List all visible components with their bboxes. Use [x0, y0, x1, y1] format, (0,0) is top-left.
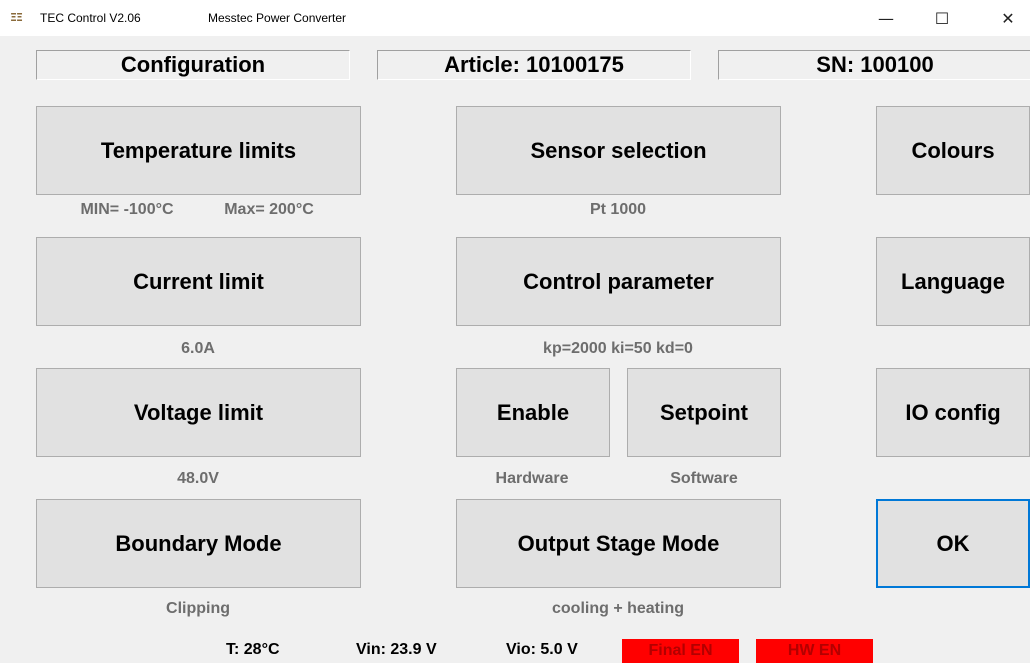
current-limit-value: 6.0A — [181, 340, 215, 357]
output-stage-mode-button[interactable]: Output Stage Mode — [456, 499, 781, 588]
setpoint-button[interactable]: Setpoint — [627, 368, 781, 457]
final-en-indicator: Final EN — [622, 639, 739, 663]
serial-number: SN: 100100 — [718, 50, 1030, 80]
setpoint-source-value: Software — [670, 470, 738, 487]
colours-button[interactable]: Colours — [876, 106, 1030, 195]
minimize-icon: — — [878, 8, 894, 28]
output-stage-mode-value: cooling + heating — [551, 600, 685, 617]
voltage-limit-button[interactable]: Voltage limit — [36, 368, 361, 457]
title-bar: ΞΞ TEC Control V2.06 Messtec Power Conve… — [0, 0, 1030, 36]
current-limit-button[interactable]: Current limit — [36, 237, 361, 326]
vin-status: Vin: 23.9 V — [356, 641, 437, 658]
window-title: TEC Control V2.06 — [40, 11, 141, 25]
ok-button[interactable]: OK — [876, 499, 1030, 588]
boundary-mode-button[interactable]: Boundary Mode — [36, 499, 361, 588]
article-number: Article: 10100175 — [377, 50, 691, 80]
close-button[interactable]: ✕ — [988, 2, 1028, 34]
vio-status: Vio: 5.0 V — [506, 641, 578, 658]
configuration-header: Configuration — [36, 50, 350, 80]
close-icon: ✕ — [1001, 8, 1015, 28]
language-button[interactable]: Language — [876, 237, 1030, 326]
temperature-status: T: 28°C — [226, 641, 280, 658]
boundary-mode-value: Clipping — [166, 600, 230, 617]
hw-en-indicator: HW EN — [756, 639, 873, 663]
sensor-value: Pt 1000 — [589, 201, 647, 218]
window-subtitle: Messtec Power Converter — [208, 11, 347, 25]
temperature-min-value: MIN= -100°C — [80, 201, 174, 218]
maximize-icon: ☐ — [934, 8, 950, 28]
maximize-button[interactable]: ☐ — [922, 2, 962, 34]
temperature-max-value: Max= 200°C — [224, 201, 314, 218]
enable-button[interactable]: Enable — [456, 368, 610, 457]
voltage-limit-value: 48.0V — [177, 470, 219, 487]
sensor-selection-button[interactable]: Sensor selection — [456, 106, 781, 195]
control-parameter-button[interactable]: Control parameter — [456, 237, 781, 326]
io-config-button[interactable]: IO config — [876, 368, 1030, 457]
control-parameter-value: kp=2000 ki=50 kd=0 — [543, 340, 693, 357]
enable-source-value: Hardware — [495, 470, 569, 487]
minimize-button[interactable]: — — [866, 2, 906, 34]
app-icon: ΞΞ — [10, 11, 23, 24]
temperature-limits-button[interactable]: Temperature limits — [36, 106, 361, 195]
